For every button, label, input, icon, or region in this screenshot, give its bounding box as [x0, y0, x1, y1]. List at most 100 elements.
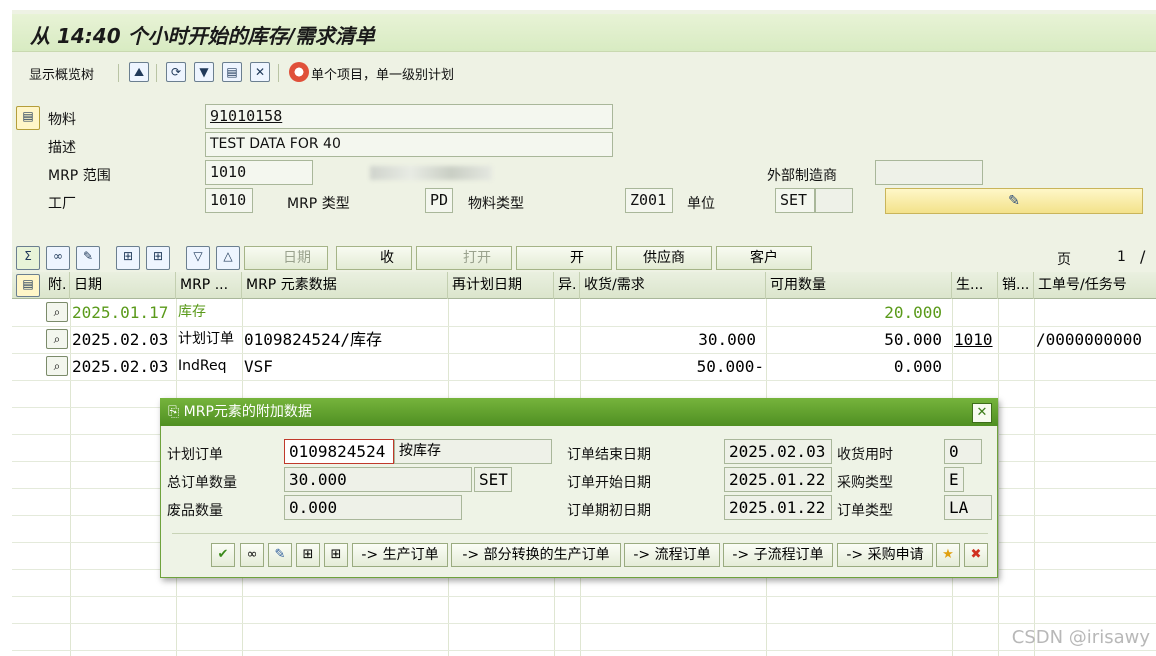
mrp-area-label: MRP 范围	[48, 168, 111, 184]
start-date-field[interactable]: 2025.01.22	[724, 467, 832, 492]
pencil-icon[interactable]: ✎	[76, 246, 100, 270]
row-order-number: /0000000000	[1036, 330, 1142, 349]
col-production-plant[interactable]: 生...	[952, 272, 998, 299]
material-label: 物料	[48, 112, 76, 128]
glasses-icon[interactable]: ∞	[46, 246, 70, 270]
grid-line	[12, 596, 1156, 597]
lifebuoy-icon[interactable]	[289, 62, 309, 82]
open2-button[interactable]: 开	[516, 246, 612, 270]
ext-manufacturer-field[interactable]	[875, 160, 983, 185]
col-receipt-req[interactable]: 收货/需求	[580, 272, 766, 299]
row-qty: 50.000-	[696, 357, 764, 376]
receipt-button[interactable]: 收	[336, 246, 412, 270]
order-type-field[interactable]: LA	[944, 495, 992, 520]
opening-date-field[interactable]: 2025.01.22	[724, 495, 832, 520]
single-item-button[interactable]: 单个项目，单一级别计划	[311, 64, 454, 83]
to-purchase-req-button[interactable]: -> 采购申请	[837, 543, 933, 567]
to-sub-process-order-button[interactable]: -> 子流程订单	[723, 543, 833, 567]
star-icon[interactable]: ★	[936, 543, 960, 567]
cancel-x-icon[interactable]: ✖	[964, 543, 988, 567]
unit-field[interactable]: SET	[775, 188, 815, 213]
scrap-qty-field[interactable]: 0.000	[284, 495, 462, 520]
edit-button[interactable]: ✎	[885, 188, 1143, 214]
to-production-order-button[interactable]: -> 生产订单	[352, 543, 448, 567]
dialog-close-icon[interactable]: ✕	[972, 403, 992, 423]
filter-icon[interactable]: ▼	[194, 62, 214, 82]
display-glasses-icon[interactable]: ∞	[240, 543, 264, 567]
sum-icon[interactable]: Σ	[16, 246, 40, 270]
toolbar-separator	[278, 64, 279, 82]
col-exception[interactable]: 异.	[554, 272, 580, 299]
planned-order-field[interactable]: 0109824524	[284, 439, 394, 464]
mrp-type-label: MRP 类型	[287, 196, 350, 212]
mrp-area-field[interactable]: 1010	[205, 160, 313, 185]
vendor-button[interactable]: 供应商	[616, 246, 712, 270]
period-button[interactable]: 日期	[244, 246, 328, 270]
row-date: 2025.02.03	[72, 357, 169, 376]
col-reschedule-date[interactable]: 再计划日期	[448, 272, 554, 299]
landscape-icon[interactable]: ⛰	[129, 62, 149, 82]
total-qty-field[interactable]: 30.000	[284, 467, 472, 492]
to-partial-production-order-button[interactable]: -> 部分转换的生产订单	[451, 543, 621, 567]
total-qty-unit: SET	[474, 467, 512, 492]
plant-field[interactable]: 1010	[205, 188, 253, 213]
unit-extra-field[interactable]	[815, 188, 853, 213]
hierarchy-icon[interactable]: ⊞	[296, 543, 320, 567]
dialog-divider	[172, 533, 988, 534]
description-field[interactable]: TEST DATA FOR 40	[205, 132, 613, 157]
page-number: 1	[1117, 249, 1126, 265]
expand-icon[interactable]: ▽	[186, 246, 210, 270]
col-sales[interactable]: 销...	[998, 272, 1034, 299]
material-type-field[interactable]: Z001	[625, 188, 673, 213]
collapse-icon[interactable]: △	[216, 246, 240, 270]
row-available: 20.000	[884, 303, 942, 322]
toolbar-separator	[118, 64, 119, 82]
material-field[interactable]: 91010158	[205, 104, 613, 129]
proc-type-field[interactable]: E	[944, 467, 964, 492]
col-date[interactable]: 日期	[70, 272, 176, 299]
header-collapse-icon[interactable]: ▤	[16, 106, 40, 130]
row-plant-link[interactable]: 1010	[954, 326, 993, 353]
hierarchy-add-icon[interactable]: ⊞	[146, 246, 170, 270]
col-attachment[interactable]: 附.	[44, 272, 70, 299]
scrap-qty-label: 废品数量	[167, 503, 223, 519]
to-process-order-button[interactable]: -> 流程订单	[624, 543, 720, 567]
export-icon[interactable]: ✕	[250, 62, 270, 82]
edit-pencil-icon[interactable]: ✎	[268, 543, 292, 567]
hierarchy-icon[interactable]: ⊞	[116, 246, 140, 270]
col-available-qty[interactable]: 可用数量	[766, 272, 952, 299]
row-detail-icon[interactable]: ⌕	[46, 356, 68, 376]
dialog-title: MRP元素的附加数据	[183, 404, 312, 420]
row-element-data: 0109824524/库存	[244, 330, 382, 349]
row-element: 库存	[178, 304, 206, 320]
refresh-icon[interactable]: ⟳	[166, 62, 186, 82]
col-mrp-element-data[interactable]: MRP 元素数据	[242, 272, 448, 299]
row-element-data: VSF	[244, 357, 273, 376]
col-mrp-element[interactable]: MRP ...	[176, 272, 242, 299]
overview-tree-button[interactable]: 显示概览树	[29, 64, 94, 83]
gr-time-field[interactable]: 0	[944, 439, 982, 464]
row-available: 50.000	[884, 330, 942, 349]
open-button[interactable]: 打开	[416, 246, 512, 270]
grid-line	[12, 380, 1156, 381]
order-type-label: 订单类型	[837, 503, 893, 519]
confirm-check-icon[interactable]: ✔	[211, 543, 235, 567]
receipt-label: 收	[380, 250, 394, 266]
row-detail-icon[interactable]: ⌕	[46, 329, 68, 349]
row-date: 2025.01.17	[72, 303, 169, 322]
hierarchy-add-icon[interactable]: ⊞	[324, 543, 348, 567]
open-label: 打开	[463, 250, 491, 266]
watermark: CSDN @irisawy	[1011, 627, 1150, 648]
row-qty: 30.000	[698, 330, 756, 349]
proc-type-label: 采购类型	[837, 475, 893, 491]
row-detail-icon[interactable]: ⌕	[46, 302, 68, 322]
customer-button[interactable]: 客户	[716, 246, 812, 270]
col-order-number[interactable]: 工单号/任务号	[1034, 272, 1156, 299]
column-settings-icon[interactable]: ▤	[16, 274, 40, 297]
material-type-label: 物料类型	[468, 196, 524, 212]
details-icon[interactable]: ▤	[222, 62, 242, 82]
mrp-type-field[interactable]: PD	[425, 188, 453, 213]
page-label: 页	[1057, 252, 1071, 268]
end-date-field[interactable]: 2025.02.03	[724, 439, 832, 464]
planned-order-label: 计划订单	[167, 447, 223, 463]
